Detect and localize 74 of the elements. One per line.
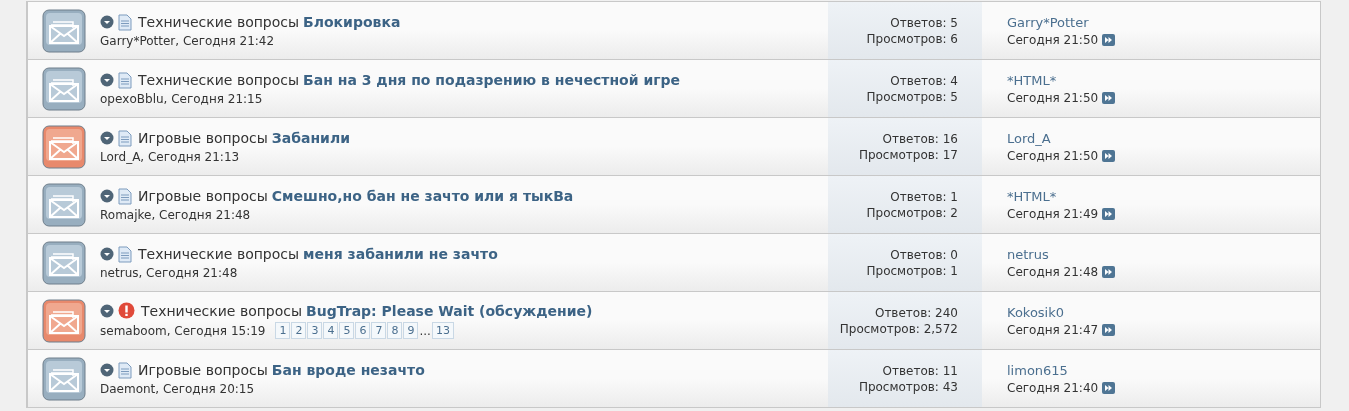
thread-title-link[interactable]: BugTrap: Please Wait (обсуждение) — [306, 302, 593, 319]
go-to-last-post-icon[interactable] — [1102, 265, 1116, 278]
replies-count: Ответов: 5 — [890, 15, 958, 30]
forum-prefix: Технические вопросы — [141, 302, 303, 319]
views-count: Просмотров: 17 — [858, 147, 958, 162]
last-poster-link[interactable]: limon615 — [1007, 362, 1320, 378]
thread-title-link[interactable]: Забанили — [271, 130, 350, 146]
views-count: Просмотров: 5 — [866, 89, 958, 104]
collapse-icon[interactable] — [100, 73, 114, 87]
last-poster-link[interactable]: Kokosik0 — [1007, 304, 1320, 320]
thread-author: netrus, Сегодня 21:48 — [100, 265, 238, 280]
forum-prefix: Технические вопросы — [138, 246, 300, 262]
thread-title-link[interactable]: Бан вроде незачто — [271, 362, 425, 378]
last-post-time: Сегодня 21:49 — [1007, 206, 1099, 221]
go-to-last-post-icon[interactable] — [1102, 33, 1116, 46]
thread-author: semaboom, Сегодня 15:19 — [100, 323, 266, 338]
page-link[interactable]: 13 — [431, 322, 454, 339]
replies-count: Ответов: 11 — [882, 363, 958, 378]
page-link[interactable]: 7 — [371, 322, 387, 339]
forum-prefix: Технические вопросы — [138, 72, 300, 88]
last-post-time: Сегодня 21:50 — [1007, 32, 1099, 47]
thread-author: Garry*Potter, Сегодня 21:42 — [100, 33, 275, 48]
collapse-icon[interactable] — [100, 247, 114, 261]
last-poster-link[interactable]: Garry*Potter — [1007, 14, 1320, 30]
last-post-time: Сегодня 21:50 — [1007, 148, 1099, 163]
page-link[interactable]: 4 — [323, 322, 339, 339]
views-count: Просмотров: 6 — [866, 31, 958, 46]
replies-count: Ответов: 0 — [890, 247, 958, 262]
page-link[interactable]: 3 — [307, 322, 323, 339]
page-link[interactable]: 9 — [403, 322, 419, 339]
views-count: Просмотров: 43 — [858, 379, 958, 394]
replies-count: Ответов: 16 — [882, 131, 958, 146]
thread-author: Lord_A, Сегодня 21:13 — [100, 149, 240, 164]
replies-count: Ответов: 240 — [874, 305, 958, 320]
collapse-icon[interactable] — [100, 189, 114, 203]
thread-title-link[interactable]: Смешно,но бан не зачто или я тыкВа — [271, 188, 574, 204]
thread-author: Daemont, Сегодня 20:15 — [100, 381, 255, 396]
page-link[interactable]: 8 — [387, 322, 403, 339]
thread-author: Romajke, Сегодня 21:48 — [100, 207, 251, 222]
replies-count: Ответов: 1 — [890, 189, 958, 204]
last-post-time: Сегодня 21:48 — [1007, 264, 1099, 279]
page-link[interactable]: 1 — [275, 322, 291, 339]
page-ellipsis: ... — [419, 323, 431, 338]
last-post-time: Сегодня 21:47 — [1007, 322, 1099, 337]
forum-prefix: Технические вопросы — [138, 14, 300, 30]
last-post-time: Сегодня 21:40 — [1007, 380, 1099, 395]
collapse-icon[interactable] — [100, 131, 114, 145]
last-poster-link[interactable]: netrus — [1007, 246, 1320, 262]
last-poster-link[interactable]: *HTML* — [1007, 188, 1320, 204]
forum-prefix: Игровые вопросы — [138, 362, 268, 378]
collapse-icon[interactable] — [100, 303, 114, 318]
replies-count: Ответов: 4 — [890, 73, 958, 88]
thread-title-link[interactable]: меня забанили не зачто — [303, 246, 498, 262]
thread-title-link[interactable]: Бан на 3 дня по подазрению в нечестной игре — [303, 72, 681, 88]
go-to-last-post-icon[interactable] — [1102, 91, 1116, 104]
collapse-icon[interactable] — [100, 15, 114, 29]
thread-title-link[interactable]: Блокировка — [303, 14, 401, 30]
views-count: Просмотров: 2,572 — [839, 321, 958, 336]
forum-prefix: Игровые вопросы — [138, 130, 268, 146]
last-poster-link[interactable]: *HTML* — [1007, 72, 1320, 88]
forum-prefix: Игровые вопросы — [138, 188, 268, 204]
go-to-last-post-icon[interactable] — [1102, 323, 1116, 336]
collapse-icon[interactable] — [100, 363, 114, 377]
views-count: Просмотров: 1 — [866, 263, 958, 278]
page-link[interactable]: 2 — [291, 322, 307, 339]
last-poster-link[interactable]: Lord_A — [1007, 130, 1320, 146]
page-link[interactable]: 5 — [339, 322, 355, 339]
go-to-last-post-icon[interactable] — [1102, 149, 1116, 162]
last-post-time: Сегодня 21:50 — [1007, 90, 1099, 105]
go-to-last-post-icon[interactable] — [1102, 207, 1116, 220]
thread-author: орехоBblu, Сегодня 21:15 — [100, 91, 263, 106]
views-count: Просмотров: 2 — [866, 205, 958, 220]
page-link[interactable]: 6 — [355, 322, 371, 339]
go-to-last-post-icon[interactable] — [1102, 381, 1116, 394]
